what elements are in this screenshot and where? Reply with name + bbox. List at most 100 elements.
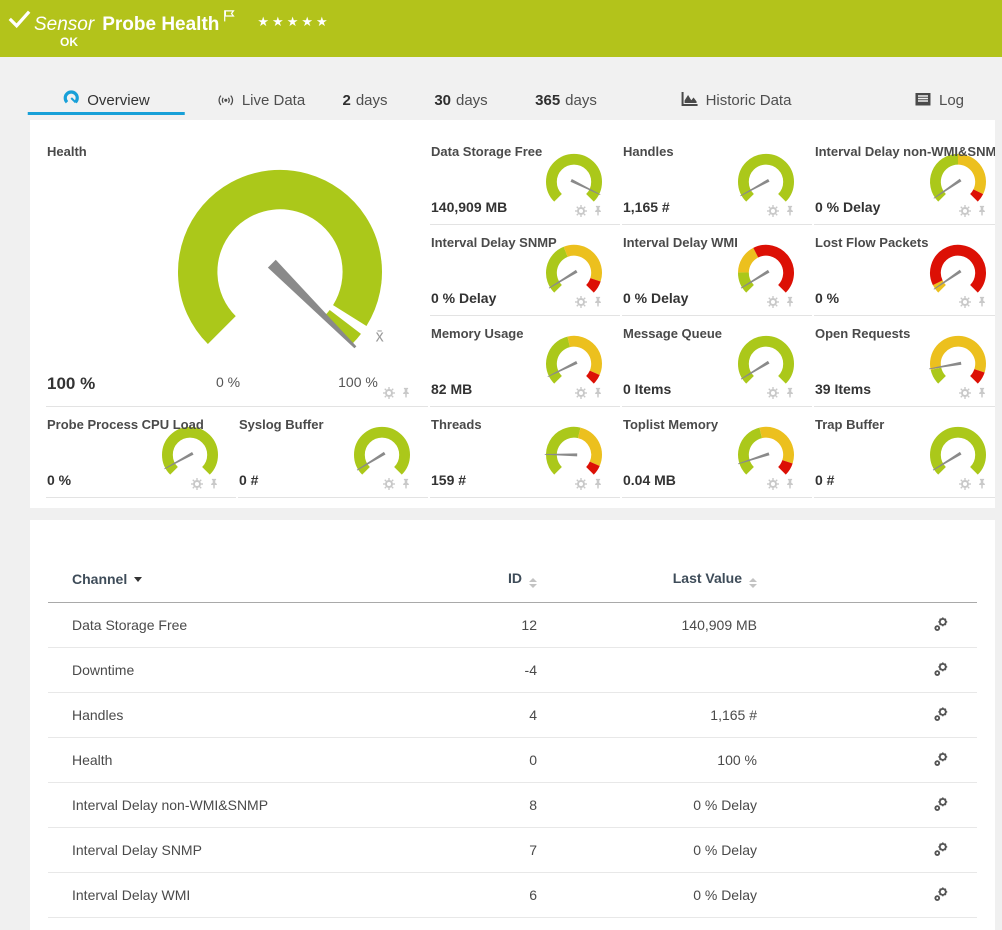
gauge-title: Open Requests — [814, 316, 995, 341]
gear-icon[interactable] — [383, 478, 395, 490]
channel-name[interactable]: Interval Delay WMI — [48, 873, 417, 918]
channel-id: -4 — [417, 648, 537, 693]
tab-label: days — [565, 92, 597, 109]
gear-icon[interactable] — [575, 296, 587, 308]
gauge-value: 100 % — [47, 374, 95, 394]
sensor-status-bar: SensorProbe Health★★★★★ OK — [0, 0, 1002, 57]
channel-settings-icon[interactable] — [933, 661, 949, 677]
channel-settings-icon[interactable] — [933, 616, 949, 632]
gauge-title: Trap Buffer — [814, 407, 995, 432]
column-header-id[interactable]: ID — [417, 564, 537, 603]
pin-icon[interactable] — [208, 478, 220, 490]
table-row-data-storage-free: Data Storage Free 12 140,909 MB — [48, 603, 977, 648]
gauge-tile-interval-delay-wmi: Interval Delay WMI 0 % Delay — [622, 225, 812, 316]
channel-last-value: 0 % — [537, 918, 774, 930]
channel-last-value: 0 % Delay — [537, 828, 774, 873]
gauge-title: Interval Delay WMI — [622, 225, 812, 250]
gauge-value: 1,165 # — [623, 199, 670, 215]
gear-icon[interactable] — [767, 478, 779, 490]
gauge-value: 0 Items — [623, 381, 671, 397]
gauge-title: Interval Delay non-WMI&SNMP — [814, 134, 995, 159]
channel-name[interactable]: Downtime — [48, 648, 417, 693]
pin-icon[interactable] — [592, 296, 604, 308]
gear-icon[interactable] — [959, 205, 971, 217]
pin-icon[interactable] — [400, 478, 412, 490]
table-row-lost-flow-packets: Lost Flow Packets 10 0 % — [48, 918, 977, 930]
pin-icon[interactable] — [784, 296, 796, 308]
gear-icon[interactable] — [575, 387, 587, 399]
pin-icon[interactable] — [976, 205, 988, 217]
pin-icon[interactable] — [976, 478, 988, 490]
channel-id: 10 — [417, 918, 537, 930]
tab-365-days[interactable]: 365days — [535, 86, 597, 115]
gauge-value: 0 # — [815, 472, 834, 488]
tab-log[interactable]: Log — [914, 86, 964, 115]
gauge-value: 0 % — [47, 472, 71, 488]
pin-icon[interactable] — [784, 478, 796, 490]
gauge-tile-probe-process-cpu-load: Probe Process CPU Load 0 % — [46, 407, 236, 498]
gauge-tile-interval-delay-non-wmi-snmp: Interval Delay non-WMI&SNMP 0 % Delay — [814, 134, 995, 225]
table-row-interval-delay-snmp: Interval Delay SNMP 7 0 % Delay — [48, 828, 977, 873]
channel-name[interactable]: Interval Delay SNMP — [48, 828, 417, 873]
gear-icon[interactable] — [191, 478, 203, 490]
gauge-tile-handles: Handles 1,165 # — [622, 134, 812, 225]
gear-icon[interactable] — [959, 296, 971, 308]
channel-name[interactable]: Health — [48, 738, 417, 783]
gear-icon[interactable] — [767, 296, 779, 308]
gear-icon[interactable] — [575, 478, 587, 490]
channel-last-value: 0 % Delay — [537, 783, 774, 828]
gear-icon[interactable] — [767, 205, 779, 217]
tab-30-days[interactable]: 30days — [434, 86, 487, 115]
chart-icon — [681, 88, 699, 103]
gauge-title: Threads — [430, 407, 620, 432]
sort-both-icon — [529, 578, 537, 588]
gear-icon[interactable] — [383, 387, 395, 399]
gauges-panel: Health x̄ 0 % 100 % 100 % Data Storage F… — [30, 120, 995, 508]
column-header-channel[interactable]: Channel — [48, 564, 417, 603]
pin-icon[interactable] — [592, 478, 604, 490]
priority-stars[interactable]: ★★★★★ — [257, 14, 330, 29]
gauge-value: 140,909 MB — [431, 199, 507, 215]
gauge-tile-lost-flow-packets: Lost Flow Packets 0 % — [814, 225, 995, 316]
channel-settings-icon[interactable] — [933, 706, 949, 722]
channel-settings-icon[interactable] — [933, 796, 949, 812]
gauge-value: 0 % Delay — [623, 290, 688, 306]
pin-icon[interactable] — [784, 205, 796, 217]
channel-name[interactable]: Handles — [48, 693, 417, 738]
gear-icon[interactable] — [959, 387, 971, 399]
column-header-last-value[interactable]: Last Value — [537, 564, 774, 603]
gauge-icon — [62, 88, 80, 103]
pin-icon[interactable] — [592, 387, 604, 399]
gauge-tile-message-queue: Message Queue 0 Items — [622, 316, 812, 407]
status-badge: OK — [60, 35, 78, 49]
gauge-title: Toplist Memory — [622, 407, 812, 432]
channel-settings-icon[interactable] — [933, 751, 949, 767]
gear-icon[interactable] — [575, 205, 587, 217]
sensor-name: Probe Health — [102, 14, 219, 35]
gauge-value: 0 % Delay — [815, 199, 880, 215]
gear-icon[interactable] — [959, 478, 971, 490]
tab-live-data[interactable]: Live Data — [217, 86, 305, 115]
gauge-title: Interval Delay SNMP — [430, 225, 620, 250]
pin-icon[interactable] — [976, 296, 988, 308]
gauge-tile-threads: Threads 159 # — [430, 407, 620, 498]
channel-name[interactable]: Data Storage Free — [48, 603, 417, 648]
channel-name[interactable]: Lost Flow Packets — [48, 918, 417, 930]
log-icon — [914, 88, 932, 103]
channel-name[interactable]: Interval Delay non-WMI&SNMP — [48, 783, 417, 828]
pin-icon[interactable] — [784, 387, 796, 399]
pin-icon[interactable] — [592, 205, 604, 217]
tab-historic-data[interactable]: Historic Data — [681, 86, 792, 115]
gear-icon[interactable] — [767, 387, 779, 399]
channel-id: 8 — [417, 783, 537, 828]
tab-2-days[interactable]: 2days — [342, 86, 387, 115]
tab-overview[interactable]: Overview — [62, 86, 150, 115]
pin-icon[interactable] — [400, 387, 412, 399]
gauge-tile-toplist-memory: Toplist Memory 0.04 MB — [622, 407, 812, 498]
pin-icon[interactable] — [976, 387, 988, 399]
flag-icon[interactable] — [223, 7, 235, 21]
gauge-title: Data Storage Free — [430, 134, 620, 159]
channel-settings-icon[interactable] — [933, 886, 949, 902]
channel-settings-icon[interactable] — [933, 841, 949, 857]
gauge-tile-open-requests: Open Requests 39 Items — [814, 316, 995, 407]
